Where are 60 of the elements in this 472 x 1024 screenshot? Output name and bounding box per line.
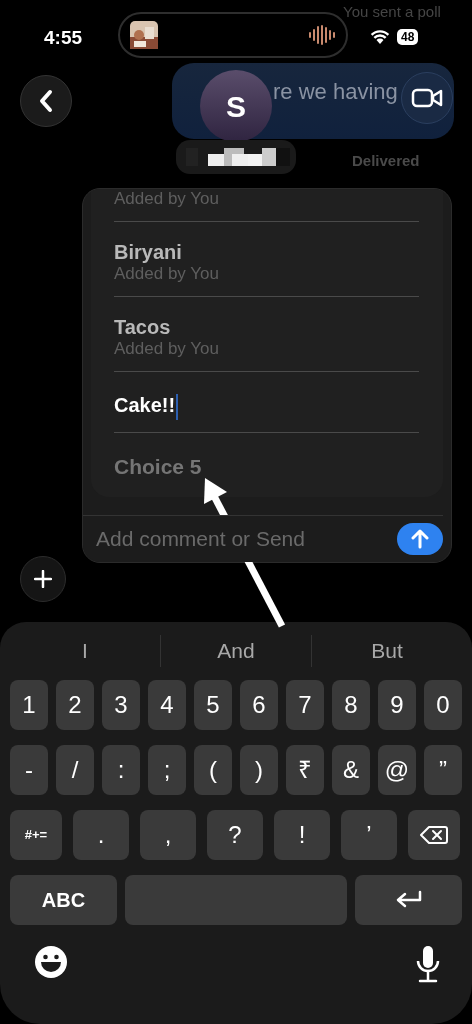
return-key[interactable] [355,875,462,925]
key[interactable]: 7 [286,680,324,730]
key[interactable]: 3 [102,680,140,730]
key[interactable]: 9 [378,680,416,730]
backspace-icon [420,825,448,845]
status-time: 4:55 [44,26,83,50]
key[interactable]: 5 [194,680,232,730]
key[interactable]: ) [240,745,278,795]
choice-field[interactable]: Cake!! [114,390,419,420]
message-text: re we having [273,78,398,106]
suggestion[interactable]: I [10,635,161,667]
key[interactable]: ; [148,745,186,795]
key[interactable]: ’ [341,810,397,860]
battery-level: 48 [397,29,419,45]
pixelated-name-icon [176,138,296,176]
emoji-icon [34,945,68,979]
plus-icon [34,570,52,588]
video-camera-icon [411,87,443,109]
back-button[interactable] [20,75,72,127]
suggestion[interactable]: But [312,635,462,667]
key[interactable]: 8 [332,680,370,730]
key[interactable]: ? [207,810,263,860]
key[interactable]: ₹ [286,745,324,795]
waveform-icon [308,24,336,46]
mode-key[interactable]: ABC [10,875,117,925]
mode-key[interactable]: #+= [10,810,62,860]
notification-text: You sent a poll [343,3,441,20]
suggestion[interactable]: And [161,635,312,667]
key[interactable]: - [10,745,48,795]
back-icon [38,89,54,113]
key[interactable]: . [73,810,129,860]
comment-field[interactable]: Add comment or Send [94,521,397,556]
key[interactable]: ” [424,745,462,795]
key[interactable]: 4 [148,680,186,730]
backspace-key[interactable] [408,810,460,860]
choice-label[interactable]: Biryani [114,240,419,264]
microphone-icon [414,945,442,983]
choice-note: Added by You [114,264,220,284]
key[interactable]: 1 [10,680,48,730]
choice-field[interactable]: Choice 5 [114,451,419,483]
send-button[interactable] [397,522,443,555]
return-icon [394,890,423,910]
key[interactable]: 0 [424,680,462,730]
add-button[interactable] [20,556,66,602]
choice-note: Added by You [114,189,220,209]
delivery-status: Delivered [352,151,420,171]
choice-note: Added by You [114,339,220,359]
key[interactable]: ( [194,745,232,795]
key[interactable]: ! [274,810,330,860]
key[interactable]: , [140,810,196,860]
wifi-icon [370,29,390,45]
key[interactable]: & [332,745,370,795]
choice-label[interactable]: Tacos [114,315,419,339]
text-cursor [176,393,179,420]
key[interactable]: 6 [240,680,278,730]
key[interactable]: 2 [56,680,94,730]
key[interactable]: @ [378,745,416,795]
arrow-up-icon [411,528,429,549]
key[interactable]: : [102,745,140,795]
key[interactable]: / [56,745,94,795]
